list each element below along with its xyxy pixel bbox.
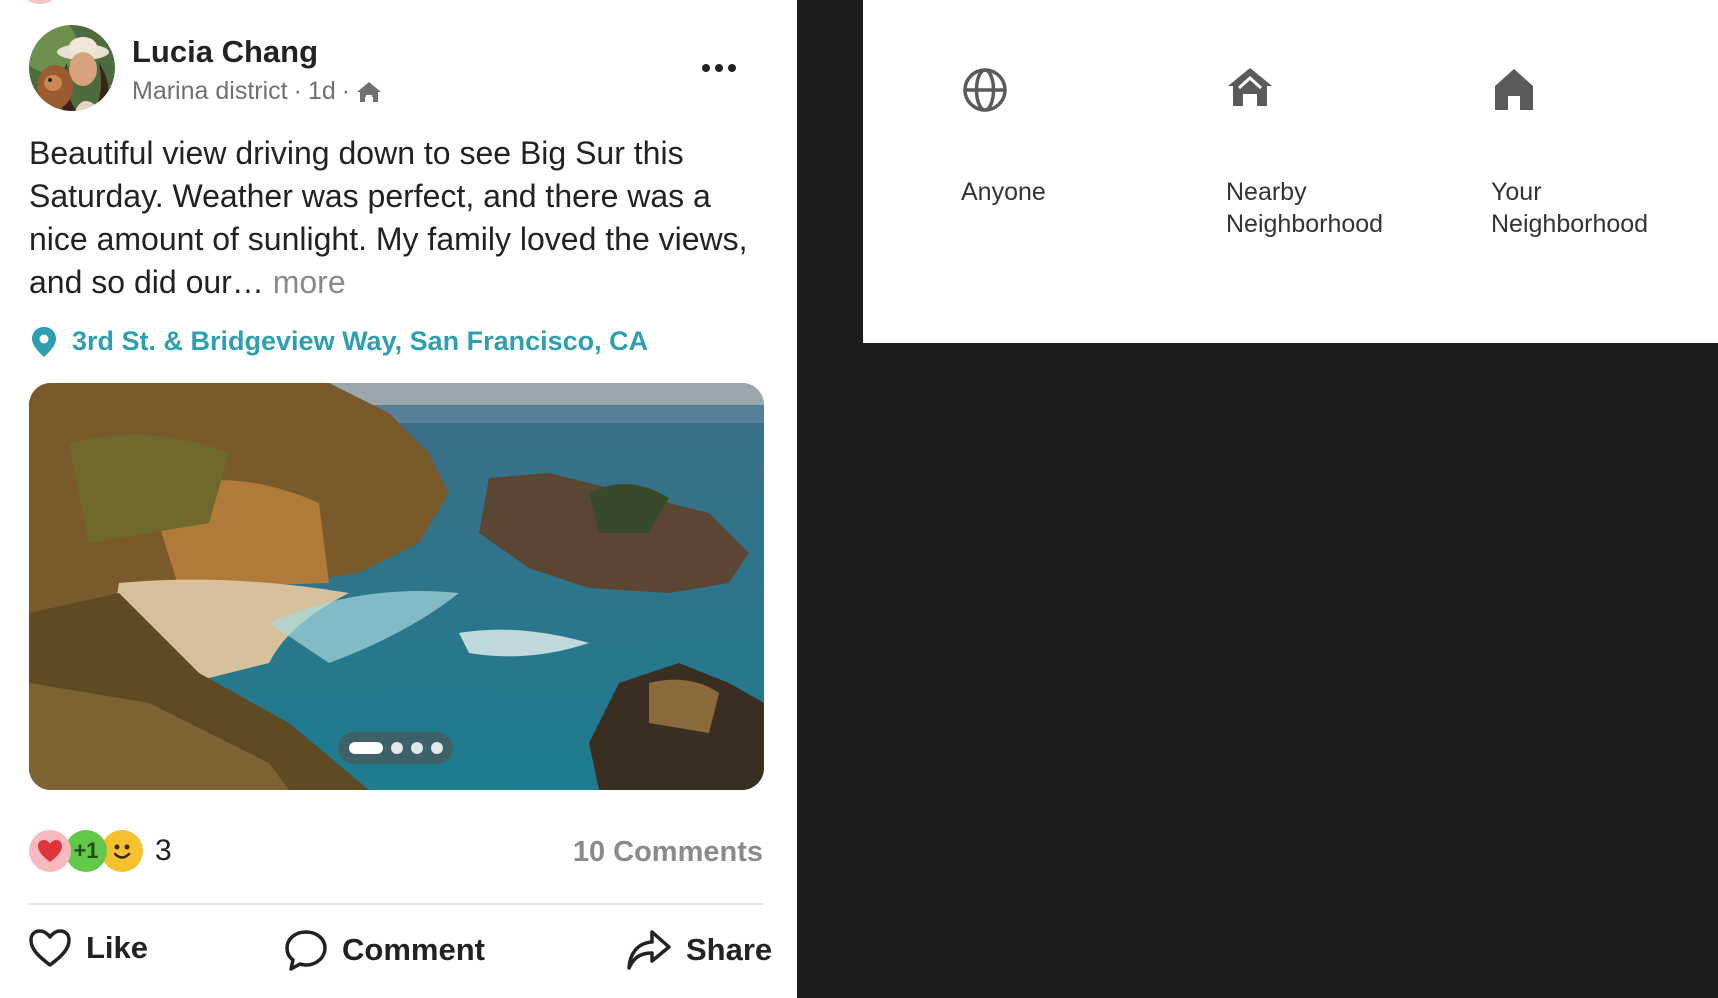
share-arrow-icon xyxy=(627,930,671,970)
post-age: 1d xyxy=(307,77,336,105)
reaction-count: 3 xyxy=(155,834,172,867)
nearby-neighborhood-icon xyxy=(356,81,382,103)
previous-post-edge xyxy=(26,0,54,4)
like-button[interactable]: Like xyxy=(28,928,148,968)
audience-option-anyone[interactable]: Anyone xyxy=(961,66,1201,208)
smile-reaction-icon xyxy=(101,830,143,872)
share-label: Share xyxy=(686,932,773,967)
map-pin-icon xyxy=(32,326,56,357)
carousel-dot-active[interactable] xyxy=(348,742,383,754)
more-dot xyxy=(728,64,736,72)
audience-selector-panel: Anyone Nearby Neighborhood Your Neighbor… xyxy=(863,0,1718,343)
avatar[interactable] xyxy=(29,25,115,111)
meta-separator: · xyxy=(341,77,351,105)
post-card: Lucia Chang Marina district · 1d · Beaut… xyxy=(0,0,797,998)
audience-option-your-neighborhood[interactable]: Your Neighborhood xyxy=(1491,66,1718,240)
post-photo[interactable] xyxy=(29,383,764,790)
home-icon xyxy=(1491,66,1718,122)
meta-separator: · xyxy=(293,77,302,105)
location-link[interactable]: 3rd St. & Bridgeview Way, San Francisco,… xyxy=(32,326,648,357)
heart-reaction-icon xyxy=(29,830,71,872)
comment-button[interactable]: Comment xyxy=(284,928,485,972)
post-body-text: Beautiful view driving down to see Big S… xyxy=(29,135,748,300)
nearby-neighborhood-icon xyxy=(1226,66,1466,122)
more-dot xyxy=(715,64,723,72)
more-dot xyxy=(702,64,710,72)
carousel-indicator xyxy=(338,732,453,764)
heart-icon xyxy=(29,929,71,967)
post-actions: Like Comment Share xyxy=(0,928,797,984)
post-body: Beautiful view driving down to see Big S… xyxy=(29,132,764,304)
audience-option-label: Anyone xyxy=(961,178,1046,206)
share-button[interactable]: Share xyxy=(626,928,772,972)
location-text: 3rd St. & Bridgeview Way, San Francisco,… xyxy=(72,326,649,356)
more-options-button[interactable] xyxy=(693,50,745,86)
globe-icon xyxy=(961,66,1201,122)
audience-option-label: Nearby Neighborhood xyxy=(1226,178,1384,238)
plus-one-reaction-icon: +1 xyxy=(65,830,107,872)
comment-label: Comment xyxy=(342,932,485,967)
post-meta: Marina district · 1d · xyxy=(132,77,382,106)
divider xyxy=(29,903,764,905)
like-label: Like xyxy=(86,930,149,965)
audience-option-label: Your Neighborhood xyxy=(1491,178,1649,238)
carousel-dot[interactable] xyxy=(390,742,403,754)
carousel-dot[interactable] xyxy=(410,742,423,754)
carousel-dot[interactable] xyxy=(430,742,443,754)
comments-count-link[interactable]: 10 Comments xyxy=(573,836,763,869)
neighborhood-name[interactable]: Marina district xyxy=(132,77,288,106)
comment-bubble-icon xyxy=(285,930,327,971)
audience-option-nearby-neighborhood[interactable]: Nearby Neighborhood xyxy=(1226,66,1466,240)
see-more-link[interactable]: more xyxy=(273,264,346,300)
author-name[interactable]: Lucia Chang xyxy=(132,34,318,70)
reactions-summary[interactable]: +1 3 xyxy=(29,830,172,872)
